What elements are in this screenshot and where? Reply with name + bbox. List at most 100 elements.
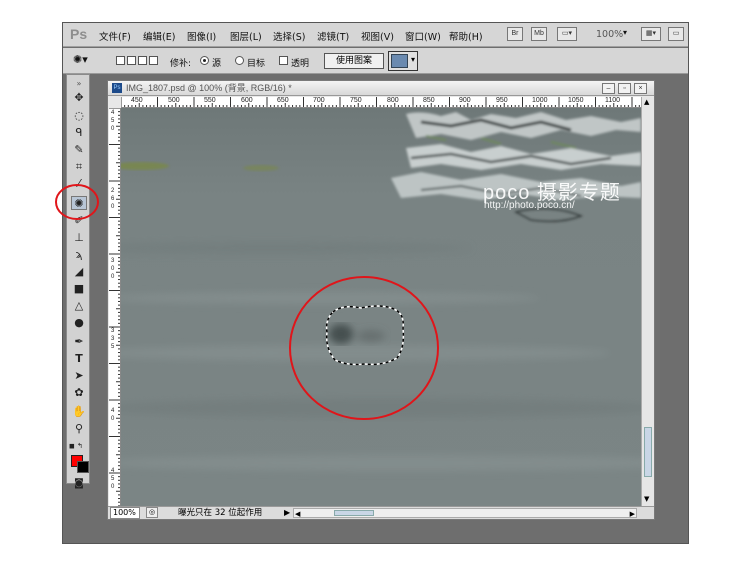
quick-select-tool-icon[interactable]: ✎ — [71, 143, 87, 157]
zoom-field[interactable]: 100% — [110, 507, 140, 519]
patch-tool-icon[interactable]: ✺ — [71, 196, 87, 210]
ruler-label: 3 — [111, 258, 115, 264]
default-colors-icon[interactable]: ◼ ↰ — [69, 439, 85, 453]
chevron-down-icon: ▾ — [410, 55, 415, 64]
zoom-level-select[interactable]: 100% — [596, 29, 623, 40]
ruler-label: 0 — [111, 204, 115, 210]
subtract-selection-icon[interactable] — [138, 56, 147, 65]
background-color-swatch[interactable] — [77, 461, 89, 473]
history-brush-tool-icon[interactable]: ϡ — [71, 248, 87, 262]
image-canvas[interactable]: poco 摄影专题 http://photo.poco.cn/ — [121, 108, 641, 506]
shape-tool-icon[interactable]: ✿ — [71, 386, 87, 400]
source-radio[interactable] — [200, 56, 209, 65]
ruler-label: 700 — [313, 97, 325, 104]
target-label: 目标 — [247, 59, 266, 69]
ruler-label: 800 — [387, 97, 399, 104]
mini-bridge-button[interactable]: Mb — [531, 27, 547, 41]
transparent-label: 透明 — [291, 59, 310, 69]
vertical-ruler: 4 5 0 2 6 0 3 0 0 3 3 5 4 0 4 5 0 — [109, 108, 121, 506]
pattern-picker[interactable]: ▾ — [388, 51, 418, 71]
ruler-label: 500 — [168, 97, 180, 104]
clone-stamp-tool-icon[interactable]: ⊥ — [71, 231, 87, 245]
document-title: IMG_1807.psd @ 100% (背景, RGB/16) * — [126, 83, 292, 93]
ruler-label: 1100 — [605, 97, 621, 104]
menu-layer[interactable]: 图层(L) — [230, 29, 262, 43]
menu-filter[interactable]: 滤镜(T) — [317, 29, 349, 43]
scroll-down-icon[interactable]: ▼ — [644, 495, 649, 503]
source-label: 源 — [212, 59, 222, 69]
intersect-selection-icon[interactable] — [149, 56, 158, 65]
menu-image[interactable]: 图像(I) — [187, 29, 216, 43]
ruler-label: 950 — [496, 97, 508, 104]
scroll-up-icon[interactable]: ▲ — [644, 98, 649, 106]
type-tool-icon[interactable]: T — [71, 352, 87, 366]
crop-tool-icon[interactable]: ⌗ — [71, 160, 87, 174]
ruler-ticks — [109, 108, 120, 506]
eyedropper-tool-icon[interactable]: ⁄ — [71, 177, 87, 191]
scroll-right-icon[interactable]: ▶ — [630, 508, 635, 520]
use-pattern-button[interactable]: 使用图案 — [324, 53, 384, 69]
menu-view[interactable]: 视图(V) — [361, 29, 394, 43]
ruler-label: 3 — [111, 328, 115, 334]
options-bar: ✺▾ 修补: 源 目标 透明 使用图案 ▾ — [63, 48, 688, 74]
add-selection-icon[interactable] — [127, 56, 136, 65]
menu-edit[interactable]: 编辑(E) — [143, 29, 175, 43]
path-selection-tool-icon[interactable]: ➤ — [71, 369, 87, 383]
zoom-tool-icon[interactable]: ⚲ — [71, 422, 87, 436]
transparent-checkbox[interactable] — [279, 56, 288, 65]
move-tool-icon[interactable]: ✥ — [71, 91, 87, 105]
marquee-tool-icon[interactable]: ◌ — [71, 109, 87, 123]
pen-tool-icon[interactable]: ✒ — [71, 335, 87, 349]
lasso-tool-icon[interactable]: ᑫ — [71, 126, 87, 140]
ruler-label: 6 — [111, 196, 115, 202]
scroll-thumb[interactable] — [644, 427, 652, 477]
tools-panel: » ✥ ◌ ᑫ ✎ ⌗ ⁄ ✺ ✐ ⊥ ϡ ◢ ■ △ ● ✒ T ➤ ✿ ✋ … — [66, 74, 90, 489]
app-logo: Ps — [70, 26, 88, 42]
ruler-label: 750 — [350, 97, 362, 104]
menu-help[interactable]: 帮助(H) — [449, 29, 483, 43]
bridge-button[interactable]: Br — [507, 27, 523, 41]
vertical-scrollbar[interactable]: ▲ ▼ — [641, 97, 654, 506]
chevron-down-icon: ▾ — [623, 28, 628, 37]
status-info-icon[interactable]: ◎ — [146, 507, 158, 518]
watermark-url: http://photo.poco.cn/ — [484, 200, 575, 211]
gradient-tool-icon[interactable]: ■ — [71, 282, 87, 296]
status-bar: 100% ◎ 曝光只在 32 位起作用 ▶ ◀ ▶ — [108, 506, 654, 519]
ruler-label: 0 — [111, 126, 115, 132]
horizontal-ruler: 450 500 550 600 650 700 750 800 850 900 … — [121, 97, 641, 108]
horizontal-scrollbar[interactable]: ◀ ▶ — [293, 508, 637, 518]
ruler-label: 5 — [111, 476, 115, 482]
dodge-tool-icon[interactable]: ● — [71, 316, 87, 330]
patch-tool-preset-icon[interactable]: ✺▾ — [73, 53, 88, 66]
ruler-label: 650 — [277, 97, 289, 104]
water-photo — [121, 112, 641, 471]
menu-bar: Ps 文件(F) 编辑(E) 图像(I) 图层(L) 选择(S) 滤镜(T) 视… — [63, 23, 688, 47]
document-title-bar: Ps IMG_1807.psd @ 100% (背景, RGB/16) * – … — [108, 81, 654, 96]
restore-button[interactable]: ▫ — [618, 83, 631, 94]
quick-mask-icon[interactable]: ◙ — [71, 477, 87, 491]
menu-window[interactable]: 窗口(W) — [405, 29, 441, 43]
minimize-button[interactable]: – — [602, 83, 615, 94]
ruler-label: 850 — [423, 97, 435, 104]
status-message: 曝光只在 32 位起作用 — [178, 508, 263, 518]
close-button[interactable]: × — [634, 83, 647, 94]
eraser-tool-icon[interactable]: ◢ — [71, 265, 87, 279]
hand-tool-icon[interactable]: ✋ — [71, 405, 87, 419]
target-radio[interactable] — [235, 56, 244, 65]
menu-select[interactable]: 选择(S) — [273, 29, 305, 43]
ruler-label: 450 — [131, 97, 143, 104]
pattern-swatch — [391, 54, 408, 68]
scroll-thumb[interactable] — [334, 510, 374, 516]
ruler-label: 1000 — [532, 97, 548, 104]
blur-tool-icon[interactable]: △ — [71, 299, 87, 313]
menu-file[interactable]: 文件(F) — [99, 29, 131, 43]
status-menu-arrow-icon[interactable]: ▶ — [284, 507, 290, 519]
brush-tool-icon[interactable]: ✐ — [71, 214, 87, 228]
arrange-documents-button[interactable]: ▦▾ — [641, 27, 661, 41]
collapse-icon[interactable]: » — [71, 77, 87, 91]
view-extras-button[interactable]: ▭▾ — [557, 27, 577, 41]
screen-mode-button[interactable]: ▭ — [668, 27, 684, 41]
scroll-left-icon[interactable]: ◀ — [295, 508, 300, 520]
ruler-label: 4 — [111, 468, 115, 474]
new-selection-icon[interactable] — [116, 56, 125, 65]
